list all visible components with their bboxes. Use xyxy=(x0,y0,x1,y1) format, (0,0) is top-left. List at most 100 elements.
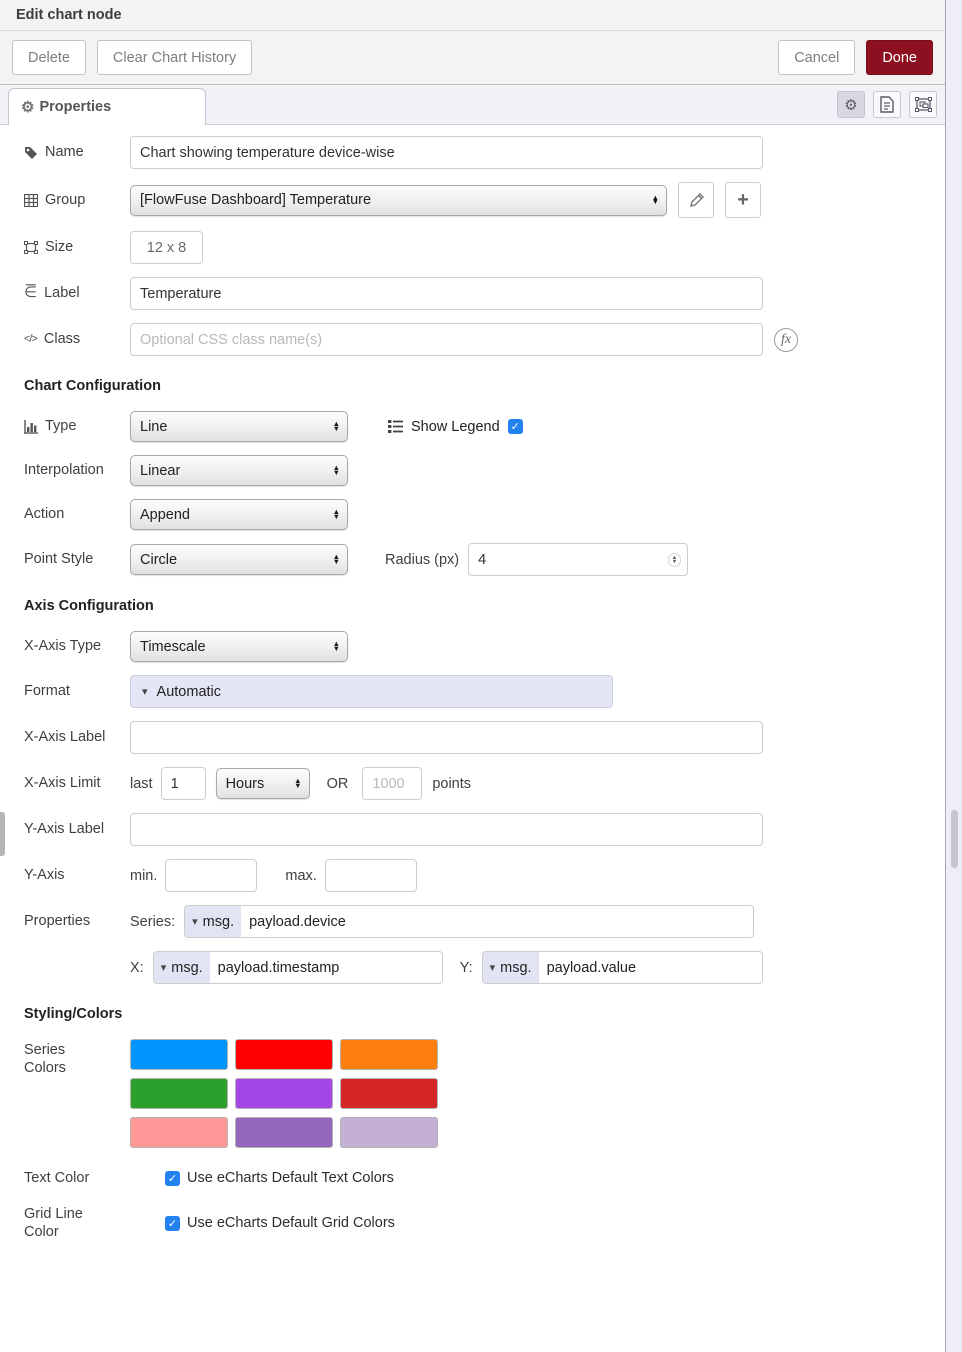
cancel-button[interactable]: Cancel xyxy=(778,40,855,75)
point-style-row: Point Style Circle ▲▼ Radius (px) ▲▼ xyxy=(0,543,945,576)
y-min-input[interactable] xyxy=(165,859,257,892)
name-label-group: Name xyxy=(24,143,130,161)
grid-color-checkbox[interactable]: ✓ xyxy=(165,1216,180,1231)
size-label: Size xyxy=(45,238,73,256)
radius-input-wrap: ▲▼ xyxy=(468,543,688,576)
series-colors-label-group: Series Colors xyxy=(24,1041,130,1077)
show-legend-checkbox[interactable]: ✓ xyxy=(508,419,523,434)
plus-icon: + xyxy=(737,190,749,210)
action-label: Action xyxy=(24,505,64,523)
name-input[interactable] xyxy=(130,136,763,169)
series-color-swatch[interactable] xyxy=(340,1039,438,1070)
x-axis-type-label-group: X-Axis Type xyxy=(24,637,130,655)
group-label-group: Group xyxy=(24,191,130,209)
limit-unit-select[interactable]: Hours ▲▼ xyxy=(216,768,310,799)
class-input[interactable] xyxy=(130,323,763,356)
limit-duration-input[interactable] xyxy=(161,767,206,800)
select-arrows-icon: ▲▼ xyxy=(331,555,342,564)
series-color-swatch[interactable] xyxy=(235,1117,333,1148)
x-type-button[interactable]: ▾ msg. xyxy=(154,952,210,983)
document-icon xyxy=(880,96,894,113)
x-axis-type-select[interactable]: Timescale ▲▼ xyxy=(130,631,348,662)
size-label-group: Size xyxy=(24,238,130,256)
y-axis-row: Y-Axis min. max. xyxy=(0,859,945,892)
radius-input[interactable] xyxy=(468,543,688,576)
grid-color-label: Grid Line Color xyxy=(24,1205,104,1241)
type-row: Type Line ▲▼ Show Legend ✓ xyxy=(0,411,945,442)
x-typed-input[interactable]: ▾ msg. payload.timestamp xyxy=(153,951,443,984)
series-color-swatch[interactable] xyxy=(340,1117,438,1148)
clear-chart-history-button[interactable]: Clear Chart History xyxy=(97,40,252,75)
series-type-button[interactable]: ▾ msg. xyxy=(185,906,241,937)
size-icon xyxy=(24,241,38,254)
y-property-value: payload.value xyxy=(539,960,645,976)
label-label-group: ⋶ Label xyxy=(24,284,130,303)
group-select[interactable]: [FlowFuse Dashboard] Temperature ▲▼ xyxy=(130,185,667,216)
delete-button[interactable]: Delete xyxy=(12,40,86,75)
description-tab-button[interactable] xyxy=(873,91,901,118)
label-input[interactable] xyxy=(130,277,763,310)
size-button[interactable]: 12 x 8 xyxy=(130,231,203,264)
edit-group-button[interactable] xyxy=(678,182,714,218)
show-legend-group: Show Legend ✓ xyxy=(388,419,523,435)
y-max-input[interactable] xyxy=(325,859,417,892)
name-label: Name xyxy=(45,143,84,161)
fx-icon: fx xyxy=(774,328,798,352)
text-color-row: Text Color ✓ Use eCharts Default Text Co… xyxy=(0,1169,945,1187)
editor-tabbar: ⚙ Properties ⚙ xyxy=(0,85,945,125)
grid-color-checkbox-label: Use eCharts Default Grid Colors xyxy=(187,1215,395,1231)
series-color-swatch[interactable] xyxy=(130,1078,228,1109)
series-color-swatch[interactable] xyxy=(130,1117,228,1148)
grid-color-label-group: Grid Line Color xyxy=(24,1205,130,1241)
limit-points-input[interactable] xyxy=(362,767,422,800)
x-axis-label-label-group: X-Axis Label xyxy=(24,728,130,746)
properties-tab-button[interactable]: ⚙ xyxy=(837,91,865,118)
action-row: Action Append ▲▼ xyxy=(0,499,945,530)
tray-resize-grip[interactable] xyxy=(0,812,5,856)
text-color-checkbox[interactable]: ✓ xyxy=(165,1171,180,1186)
size-value: 12 x 8 xyxy=(147,240,187,256)
point-style-select[interactable]: Circle ▲▼ xyxy=(130,544,348,575)
x-axis-limit-label-group: X-Axis Limit xyxy=(24,774,130,792)
dialog-toolbar: Delete Clear Chart History Cancel Done xyxy=(0,31,945,85)
y-axis-label-input[interactable] xyxy=(130,813,763,846)
add-group-button[interactable]: + xyxy=(725,182,761,218)
type-select[interactable]: Line ▲▼ xyxy=(130,411,348,442)
interpolation-select[interactable]: Linear ▲▼ xyxy=(130,455,348,486)
done-button[interactable]: Done xyxy=(866,40,933,75)
group-label: Group xyxy=(45,191,85,209)
chevron-down-icon: ▾ xyxy=(142,685,148,698)
x-axis-label-input[interactable] xyxy=(130,721,763,754)
radius-group: Radius (px) ▲▼ xyxy=(385,543,688,576)
chevron-down-icon: ▾ xyxy=(192,915,198,928)
x-axis-limit-label: X-Axis Limit xyxy=(24,774,101,792)
y-type-button[interactable]: ▾ msg. xyxy=(483,952,539,983)
select-arrows-icon: ▲▼ xyxy=(331,466,342,475)
series-color-swatch[interactable] xyxy=(235,1039,333,1070)
series-color-grid xyxy=(130,1039,438,1148)
series-property-row: Properties Series: ▾ msg. payload.device xyxy=(0,905,945,938)
series-color-swatch[interactable] xyxy=(235,1078,333,1109)
pencil-icon xyxy=(689,193,704,208)
chevron-down-icon: ▾ xyxy=(490,961,496,974)
action-select[interactable]: Append ▲▼ xyxy=(130,499,348,530)
tab-properties[interactable]: ⚙ Properties xyxy=(8,88,206,125)
scrollbar-track[interactable] xyxy=(946,0,962,1352)
appearance-tab-button[interactable] xyxy=(909,91,937,118)
interpolation-label-group: Interpolation xyxy=(24,461,130,479)
format-dropdown[interactable]: ▾ Automatic xyxy=(130,675,613,708)
y-axis-label-row: Y-Axis Label xyxy=(0,813,945,846)
scrollbar-thumb[interactable] xyxy=(951,810,958,868)
y-typed-input[interactable]: ▾ msg. payload.value xyxy=(482,951,763,984)
action-label-group: Action xyxy=(24,505,130,523)
format-row: Format ▾ Automatic xyxy=(0,675,945,708)
series-color-swatch[interactable] xyxy=(340,1078,438,1109)
y-property-label: Y: xyxy=(460,960,473,976)
xy-property-row: X: ▾ msg. payload.timestamp Y: ▾ msg. pa… xyxy=(0,951,945,984)
series-typed-input[interactable]: ▾ msg. payload.device xyxy=(184,905,754,938)
x-property-label: X: xyxy=(130,960,144,976)
properties-label: Properties xyxy=(24,912,90,930)
series-color-swatch[interactable] xyxy=(130,1039,228,1070)
y-type-label: msg. xyxy=(500,960,531,976)
tab-icon-group: ⚙ xyxy=(837,91,937,118)
